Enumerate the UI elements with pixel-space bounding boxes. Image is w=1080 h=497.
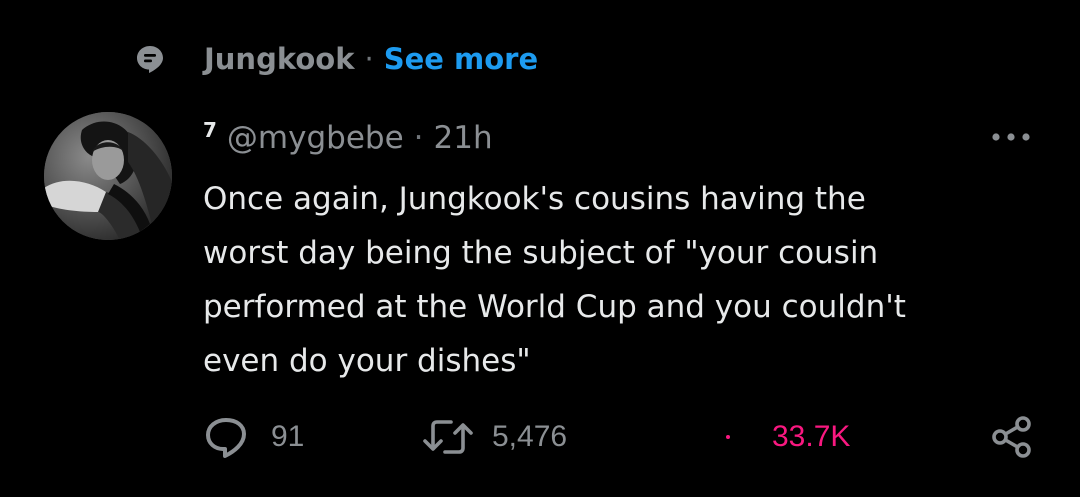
meta-separator: · — [413, 120, 424, 156]
user-handle[interactable]: @mygbebe — [227, 120, 404, 156]
retweet-count: 5,476 — [492, 420, 568, 453]
topic-header: Jungkook · See more — [134, 38, 538, 80]
more-horizontal-icon — [992, 133, 1030, 141]
tweet-text: Once again, Jungkook's cousins having th… — [203, 181, 906, 379]
reply-icon — [206, 418, 246, 458]
display-name[interactable]: 7 — [203, 118, 217, 142]
avatar[interactable] — [44, 112, 172, 240]
tweet-header: 7 @mygbebe · 21h — [203, 114, 493, 162]
see-more-link[interactable]: See more — [384, 42, 538, 76]
tweet-timestamp[interactable]: 21h — [434, 120, 493, 156]
share-button[interactable] — [990, 412, 1034, 462]
like-button[interactable]: 33.7K — [726, 412, 850, 462]
retweet-icon — [423, 420, 473, 454]
topic-separator: · — [364, 42, 374, 76]
retweet-button[interactable]: 5,476 — [422, 412, 567, 462]
topic-name[interactable]: Jungkook — [204, 42, 354, 76]
share-icon — [992, 416, 1031, 458]
topic-icon — [134, 43, 166, 75]
like-count: 33.7K — [772, 420, 851, 453]
more-options-button[interactable] — [986, 124, 1036, 150]
reply-count: 91 — [271, 420, 305, 453]
tweet-actions: 91 5,476 33.7K — [0, 412, 1080, 462]
reply-button[interactable]: 91 — [203, 412, 304, 462]
like-icon — [726, 435, 730, 439]
